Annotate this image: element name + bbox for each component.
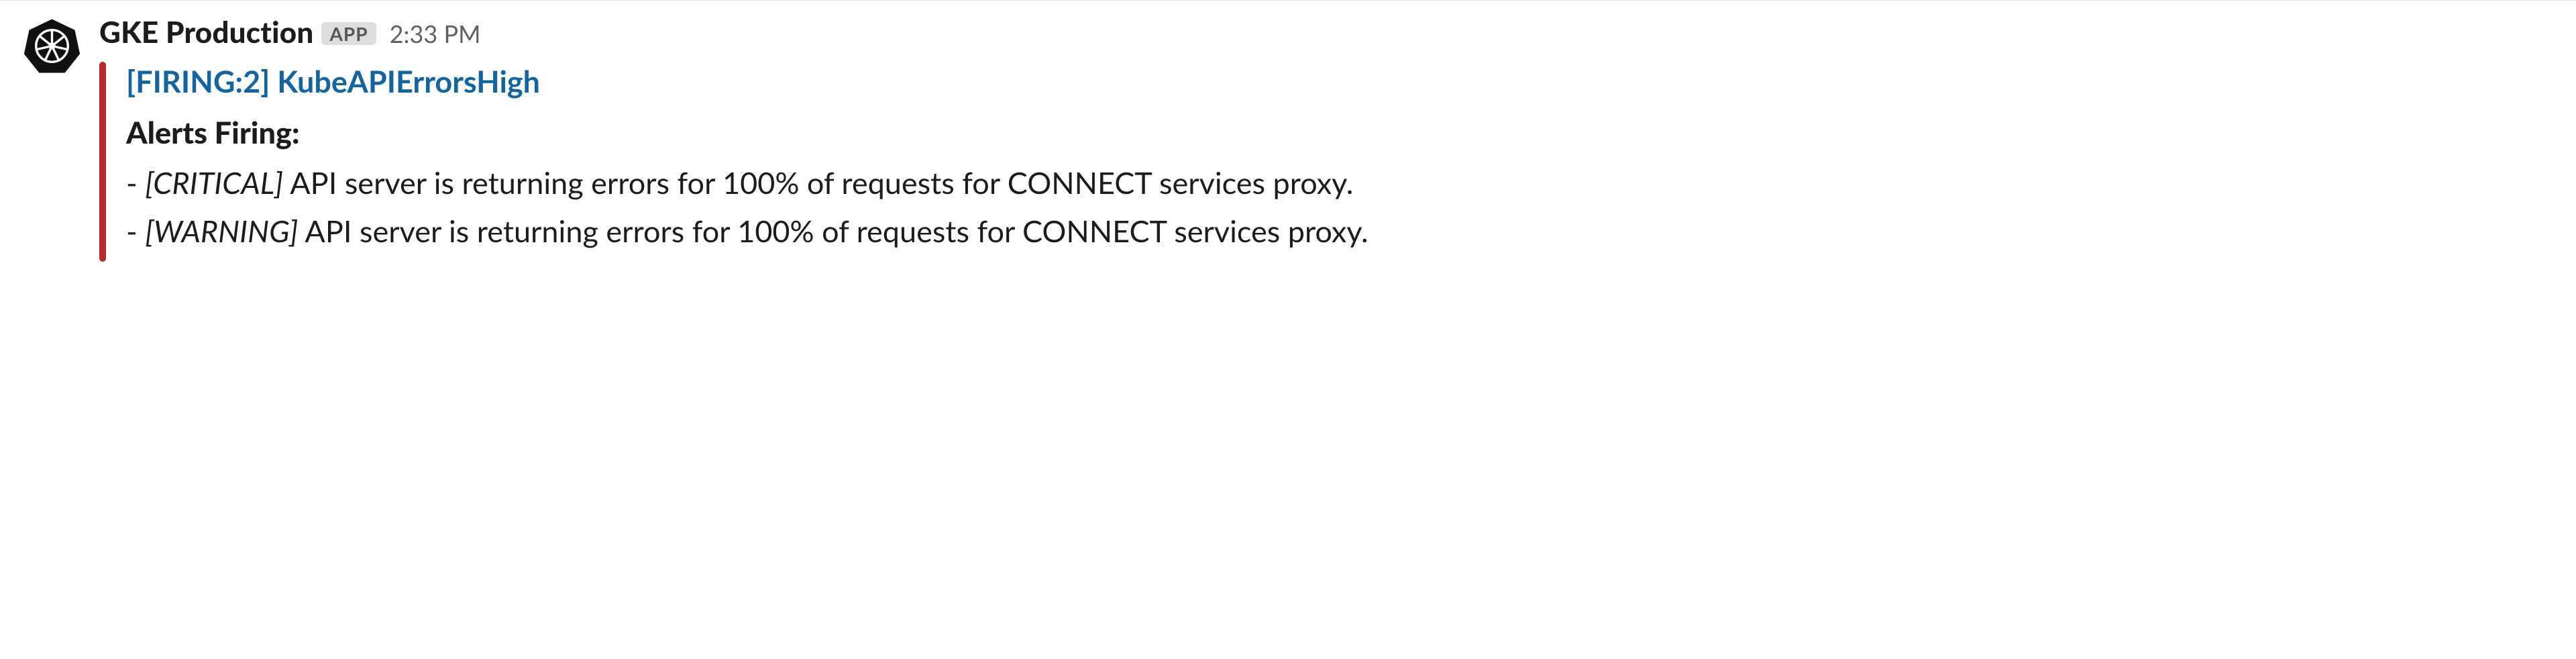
alert-item: - [CRITICAL] API server is returning err…	[126, 158, 1696, 207]
timestamp[interactable]: 2:33 PM	[390, 19, 481, 48]
alert-text: API server is returning errors for 100% …	[283, 164, 1353, 201]
app-badge: APP	[321, 22, 376, 45]
slack-message: GKE Production APP 2:33 PM [FIRING:2] Ku…	[0, 0, 2576, 262]
kubernetes-icon	[23, 17, 80, 74]
alert-item: - [WARNING] API server is returning erro…	[126, 207, 1696, 255]
alert-text: API server is returning errors for 100% …	[298, 213, 1368, 249]
severity-label: [WARNING]	[145, 213, 298, 249]
attachment-body: [FIRING:2] KubeAPIErrorsHigh Alerts Firi…	[126, 62, 1696, 262]
attachment-bar	[99, 62, 106, 262]
sender-name[interactable]: GKE Production	[99, 15, 313, 50]
alert-attachment: [FIRING:2] KubeAPIErrorsHigh Alerts Firi…	[99, 62, 2576, 262]
alert-title-link[interactable]: [FIRING:2] KubeAPIErrorsHigh	[126, 62, 1696, 101]
alerts-heading: Alerts Firing:	[126, 111, 1696, 154]
avatar[interactable]	[23, 17, 80, 74]
severity-label: [CRITICAL]	[145, 164, 283, 201]
message-content: GKE Production APP 2:33 PM [FIRING:2] Ku…	[99, 13, 2576, 262]
top-divider	[0, 0, 2576, 1]
message-header: GKE Production APP 2:33 PM	[99, 15, 2576, 50]
